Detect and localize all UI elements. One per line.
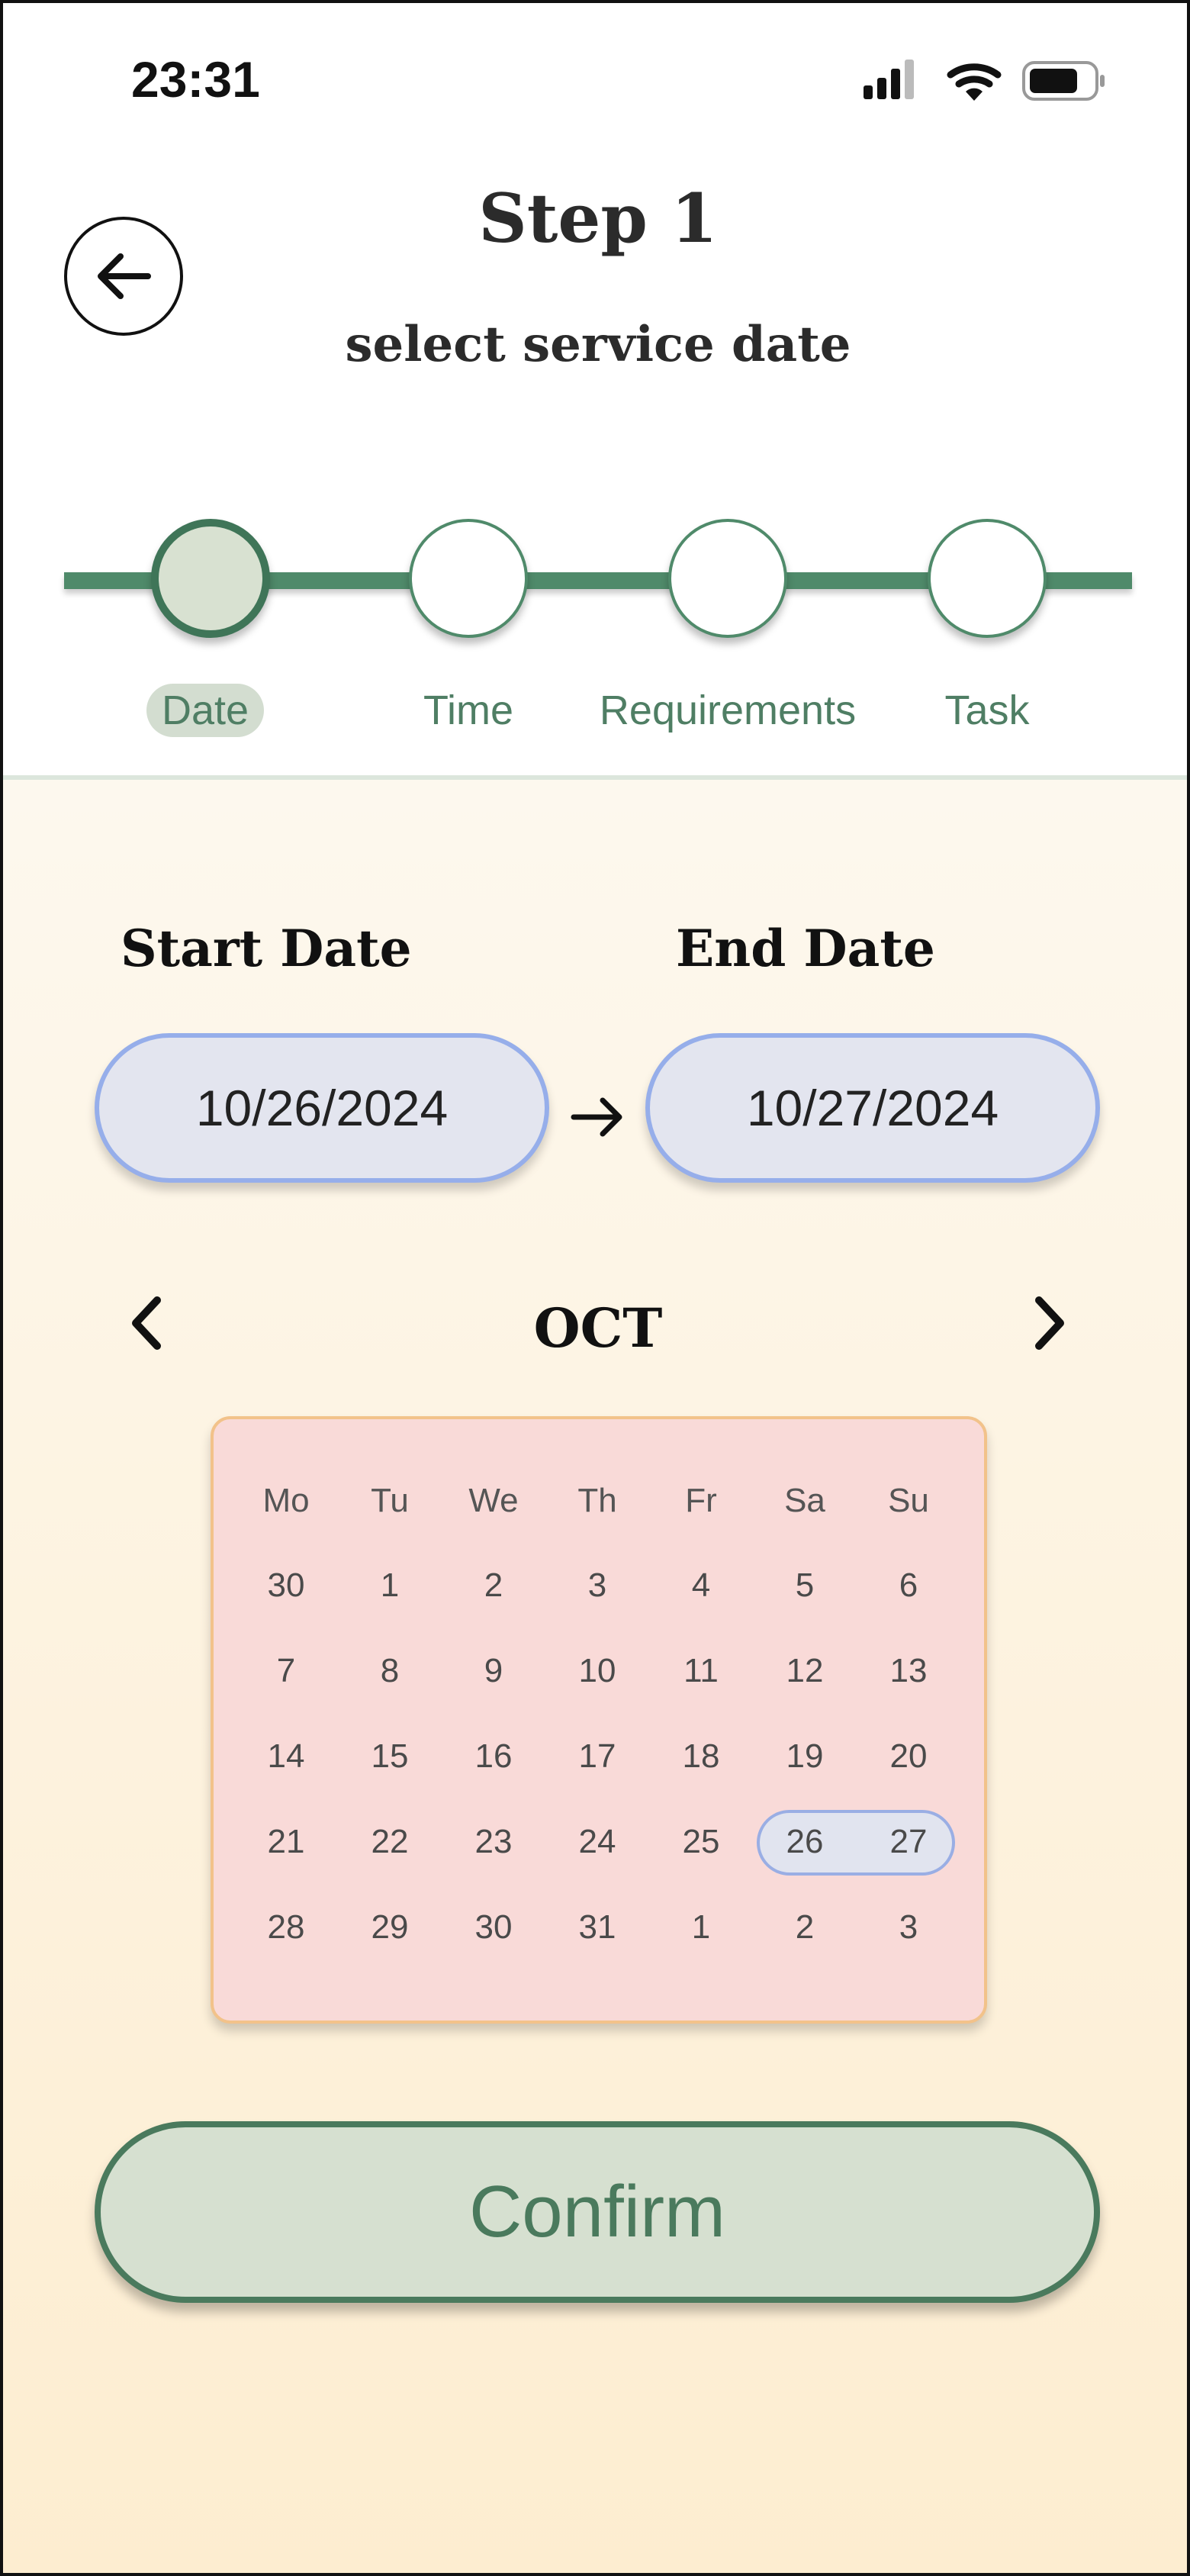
calendar-day[interactable]: 9 xyxy=(442,1641,545,1702)
end-date-field[interactable]: 10/27/2024 xyxy=(645,1033,1100,1183)
status-time: 23:31 xyxy=(131,51,260,108)
weekday-fr: Fr xyxy=(685,1482,717,1519)
step-dot-requirements[interactable] xyxy=(668,519,787,638)
calendar-day[interactable]: 1 xyxy=(338,1555,442,1616)
calendar-day[interactable]: 4 xyxy=(649,1555,753,1616)
calendar-month: OCT xyxy=(533,1296,663,1360)
calendar-day[interactable]: 11 xyxy=(649,1641,753,1702)
weekday-su: Su xyxy=(888,1482,929,1519)
step-label-date[interactable]: Date xyxy=(146,684,265,737)
calendar-day[interactable]: 30 xyxy=(234,1555,338,1616)
start-date-field[interactable]: 10/26/2024 xyxy=(95,1033,549,1183)
weekday-mo: Mo xyxy=(262,1482,310,1519)
calendar-day[interactable]: 6 xyxy=(857,1555,960,1616)
calendar-day[interactable]: 31 xyxy=(545,1897,649,1958)
calendar-day[interactable]: 2 xyxy=(753,1897,857,1958)
page-subtitle: select service date xyxy=(345,316,851,373)
calendar-day[interactable]: 14 xyxy=(234,1726,338,1787)
status-icons xyxy=(864,60,1105,101)
app-screen: 23:31 Step 1 select service date Date Ti… xyxy=(0,0,1190,2576)
calendar-day[interactable]: 5 xyxy=(753,1555,857,1616)
calendar-day[interactable]: 2 xyxy=(442,1555,545,1616)
calendar-day[interactable]: 21 xyxy=(234,1811,338,1872)
step-dot-date[interactable] xyxy=(151,519,270,638)
step-label-time[interactable]: Time xyxy=(407,684,529,737)
confirm-button[interactable]: Confirm xyxy=(95,2121,1100,2303)
calendar-day[interactable]: 8 xyxy=(338,1641,442,1702)
calendar-day[interactable]: 1 xyxy=(649,1897,753,1958)
end-date-label: End Date xyxy=(676,919,935,978)
weekday-sa: Sa xyxy=(784,1482,825,1519)
calendar-day[interactable]: 12 xyxy=(753,1641,857,1702)
calendar-day[interactable]: 18 xyxy=(649,1726,753,1787)
calendar-day[interactable]: 29 xyxy=(338,1897,442,1958)
start-date-label: Start Date xyxy=(121,919,412,978)
calendar-day[interactable]: 16 xyxy=(442,1726,545,1787)
calendar-day[interactable]: 28 xyxy=(234,1897,338,1958)
calendar-day[interactable]: 3 xyxy=(545,1555,649,1616)
calendar-day[interactable]: 10 xyxy=(545,1641,649,1702)
step-label-requirements[interactable]: Requirements xyxy=(583,684,873,737)
calendar-day[interactable]: 23 xyxy=(442,1811,545,1872)
page-title: Step 1 xyxy=(478,179,718,258)
calendar-day[interactable]: 22 xyxy=(338,1811,442,1872)
calendar-day[interactable]: 25 xyxy=(649,1811,753,1872)
calendar-day-selected-start[interactable]: 26 xyxy=(753,1811,857,1872)
chevron-right-icon[interactable] xyxy=(1018,1293,1079,1354)
calendar-day[interactable]: 24 xyxy=(545,1811,649,1872)
weekday-th: Th xyxy=(577,1482,617,1519)
calendar-day-selected-end[interactable]: 27 xyxy=(857,1811,960,1872)
step-dot-time[interactable] xyxy=(409,519,528,638)
signal-icon xyxy=(864,60,914,99)
step-label-task[interactable]: Task xyxy=(926,684,1048,737)
calendar-day[interactable]: 17 xyxy=(545,1726,649,1787)
calendar-day[interactable]: 7 xyxy=(234,1641,338,1702)
weekday-we: We xyxy=(468,1482,519,1519)
calendar-day[interactable]: 15 xyxy=(338,1726,442,1787)
calendar-day[interactable]: 20 xyxy=(857,1726,960,1787)
arrow-right-icon xyxy=(571,1097,622,1137)
wifi-icon xyxy=(947,63,1002,101)
step-dot-task[interactable] xyxy=(928,519,1047,638)
calendar-day[interactable]: 19 xyxy=(753,1726,857,1787)
weekday-tu: Tu xyxy=(371,1482,409,1519)
battery-icon xyxy=(1022,61,1105,101)
calendar-day[interactable]: 3 xyxy=(857,1897,960,1958)
calendar-day[interactable]: 30 xyxy=(442,1897,545,1958)
calendar-day[interactable]: 13 xyxy=(857,1641,960,1702)
